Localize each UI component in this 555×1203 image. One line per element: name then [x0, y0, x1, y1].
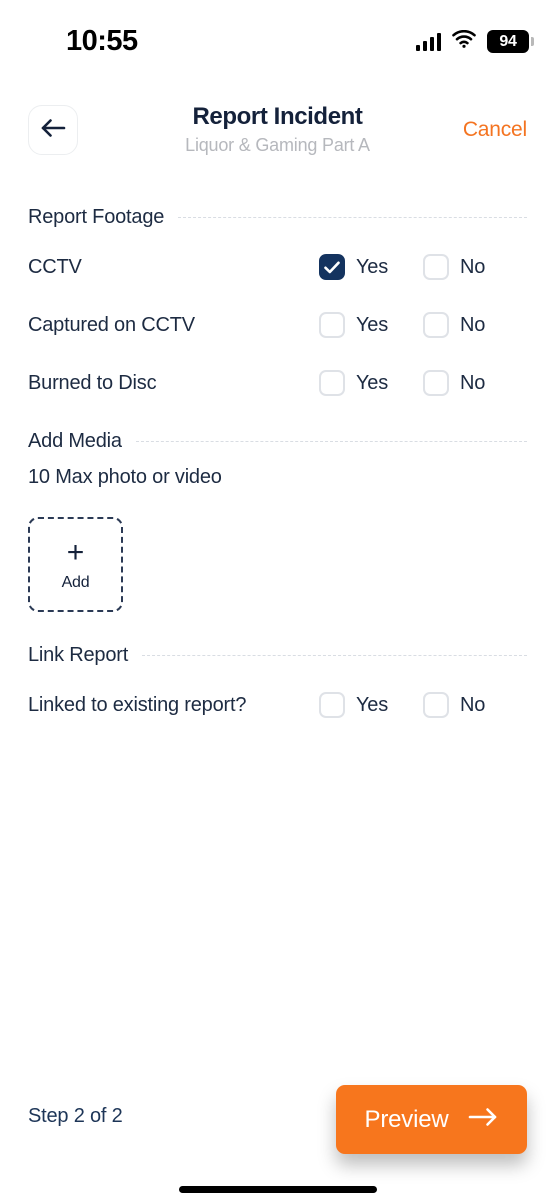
checkbox-no-label: No — [460, 693, 486, 716]
checkbox-yes[interactable] — [319, 254, 345, 280]
question-label: Burned to Disc — [28, 371, 157, 394]
section-title: Add Media — [28, 429, 122, 452]
burned-to-disc-no-option[interactable]: No — [423, 370, 527, 396]
battery-level: 94 — [499, 32, 517, 50]
checkbox-no-label: No — [460, 255, 486, 278]
add-media-label: Add — [61, 573, 90, 591]
question-row-linked-to-existing-report: Linked to existing report? Yes No — [0, 676, 555, 734]
captured-on-cctv-no-option[interactable]: No — [423, 312, 527, 338]
cellular-signal-icon — [415, 32, 441, 51]
question-label: Captured on CCTV — [28, 313, 195, 336]
question-row-captured-on-cctv: Captured on CCTV Yes No — [0, 296, 555, 354]
checkbox-no-label: No — [460, 371, 486, 394]
section-title: Link Report — [28, 643, 129, 666]
captured-on-cctv-yes-option[interactable]: Yes — [319, 312, 423, 338]
preview-button-label: Preview — [364, 1105, 449, 1133]
plus-icon: + — [66, 535, 85, 569]
question-label: Linked to existing report? — [28, 693, 247, 716]
preview-button[interactable]: Preview — [336, 1085, 527, 1154]
add-media-note: 10 Max photo or video — [28, 466, 222, 488]
cancel-button[interactable]: Cancel — [463, 118, 527, 142]
question-row-burned-to-disc: Burned to Disc Yes No — [0, 354, 555, 412]
cctv-yes-option[interactable]: Yes — [319, 254, 423, 280]
section-header-link-report: Link Report — [0, 634, 555, 676]
checkbox-yes-label: Yes — [356, 693, 389, 716]
checkbox-no-label: No — [460, 313, 486, 336]
checkbox-no[interactable] — [423, 692, 449, 718]
section-header-report-footage: Report Footage — [0, 196, 555, 238]
page-header: Report Incident Liquor & Gaming Part A C… — [0, 95, 555, 175]
status-indicators: 94 — [415, 29, 534, 53]
add-media-area: + Add — [0, 489, 555, 612]
checkbox-yes-label: Yes — [356, 255, 389, 278]
checkbox-yes[interactable] — [319, 692, 345, 718]
mobile-screen: 10:55 94 Report Incident Liquor & Gaming… — [0, 0, 555, 1203]
checkbox-yes[interactable] — [319, 312, 345, 338]
checkbox-no[interactable] — [423, 312, 449, 338]
question-row-cctv: CCTV Yes No — [0, 238, 555, 296]
status-bar: 10:55 94 — [0, 0, 555, 78]
step-indicator: Step 2 of 2 — [28, 1105, 123, 1127]
checkbox-no[interactable] — [423, 370, 449, 396]
status-time: 10:55 — [66, 25, 138, 57]
form-content: Report Footage CCTV Yes No Captured on C… — [0, 196, 555, 734]
check-icon — [324, 261, 340, 273]
linked-report-no-option[interactable]: No — [423, 692, 527, 718]
section-divider — [178, 216, 527, 218]
linked-report-yes-option[interactable]: Yes — [319, 692, 423, 718]
add-media-button[interactable]: + Add — [28, 517, 123, 612]
wifi-icon — [452, 29, 476, 53]
home-indicator — [178, 1186, 377, 1193]
checkbox-no[interactable] — [423, 254, 449, 280]
cctv-no-option[interactable]: No — [423, 254, 527, 280]
question-label: CCTV — [28, 255, 82, 278]
checkbox-yes-label: Yes — [356, 371, 389, 394]
section-divider — [142, 654, 527, 656]
section-title: Report Footage — [28, 205, 165, 228]
section-divider — [135, 440, 527, 442]
page-footer: Step 2 of 2 Preview — [0, 1060, 555, 1203]
section-header-add-media: Add Media — [0, 420, 555, 462]
checkbox-yes-label: Yes — [356, 313, 389, 336]
burned-to-disc-yes-option[interactable]: Yes — [319, 370, 423, 396]
battery-icon: 94 — [487, 30, 534, 53]
checkbox-yes[interactable] — [319, 370, 345, 396]
arrow-right-icon — [468, 1107, 498, 1132]
